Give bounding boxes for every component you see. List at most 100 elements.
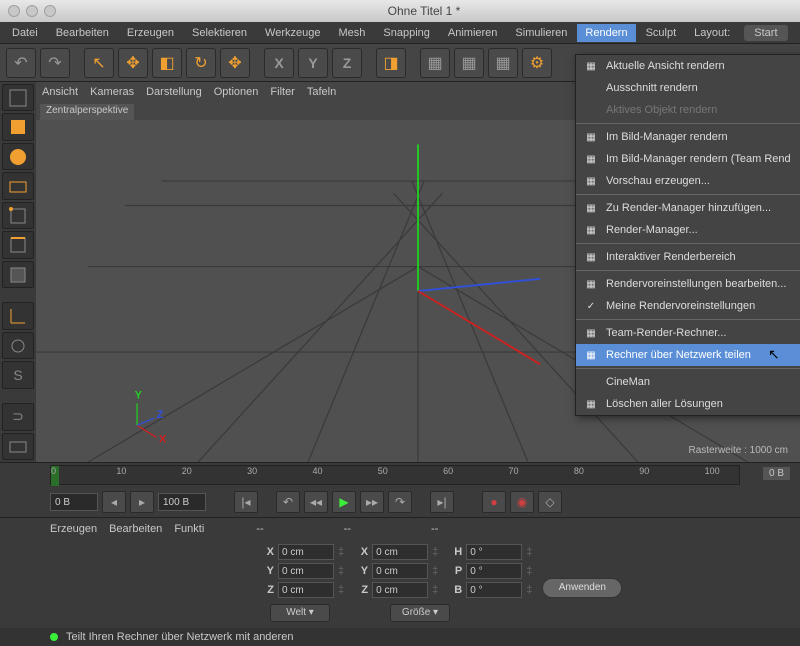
stepper-icon[interactable]: ‡ [526,565,532,577]
coord-pos-y[interactable] [278,563,334,579]
menu-rendern[interactable]: Rendern [577,24,635,42]
x-axis-button[interactable]: X [264,48,294,78]
vp-menu-filter[interactable]: Filter [270,86,294,98]
coord-rot-x[interactable] [466,544,522,560]
render-menu-item[interactable]: ▦Interaktiver Renderbereich [576,246,800,268]
tl-goto-start-button[interactable]: |◂ [234,491,258,513]
tl-next-key-button[interactable]: ↷ [388,491,412,513]
vp-menu-kameras[interactable]: Kameras [90,86,134,98]
workplane-button[interactable] [2,172,34,199]
coord-rot-y[interactable] [466,563,522,579]
scale-tool-button[interactable]: ◧ [152,48,182,78]
render-menu-item[interactable]: CineMan [576,371,800,393]
magnet-button[interactable]: ⊃ [2,403,34,430]
coord-size-z[interactable] [372,582,428,598]
make-editable-button[interactable] [2,84,34,111]
menu-sculpt[interactable]: Sculpt [638,24,685,42]
menu-selektieren[interactable]: Selektieren [184,24,255,42]
menu-bearbeiten[interactable]: Bearbeiten [48,24,117,42]
tl-prev-frame-button[interactable]: ◂◂ [304,491,328,513]
window-close-icon[interactable] [8,5,20,17]
coord-tab-erzeugen[interactable]: Erzeugen [50,523,97,535]
undo-button[interactable]: ↶ [6,48,36,78]
tl-prev-key-button[interactable]: ↶ [276,491,300,513]
coord-select-0[interactable]: Welt ▾ [270,604,330,622]
vp-menu-ansicht[interactable]: Ansicht [42,86,78,98]
timeline-start-field[interactable] [50,493,98,511]
render-menu-item[interactable]: ▦Render-Manager... [576,219,800,241]
coord-size-y[interactable] [372,563,428,579]
menu-werkzeuge[interactable]: Werkzeuge [257,24,328,42]
stepper-icon[interactable]: ‡ [432,584,438,596]
coord-rot-z[interactable] [466,582,522,598]
point-mode-button[interactable] [2,202,34,229]
apply-button[interactable]: Anwenden [542,578,622,598]
render-menu-item[interactable]: ▦Im Bild-Manager rendern [576,126,800,148]
last-tool-button[interactable]: ✥ [220,48,250,78]
stepper-icon[interactable]: ‡ [526,584,532,596]
tl-next-range-button[interactable]: ▸ [130,491,154,513]
coord-pos-x[interactable] [278,544,334,560]
tl-keyframe-button[interactable]: ◇ [538,491,562,513]
snap-button[interactable]: S [2,361,34,388]
coord-system-button[interactable]: ◨ [376,48,406,78]
render-settings2-button[interactable]: ⚙ [522,48,552,78]
render-menu-item[interactable]: ▦Rendervoreinstellungen bearbeiten... [576,273,800,295]
z-axis-button[interactable]: Z [332,48,362,78]
tl-goto-end-button[interactable]: ▸| [430,491,454,513]
tl-next-frame-button[interactable]: ▸▸ [360,491,384,513]
menu-mesh[interactable]: Mesh [330,24,373,42]
window-minimize-icon[interactable] [26,5,38,17]
render-settings-button[interactable]: ▦ [488,48,518,78]
stepper-icon[interactable]: ‡ [432,546,438,558]
model-mode-button[interactable] [2,113,34,140]
stepper-icon[interactable]: ‡ [526,546,532,558]
render-menu-item[interactable]: ▦Löschen aller Lösungen [576,393,800,415]
render-menu-item[interactable]: ▦Vorschau erzeugen... [576,170,800,192]
coord-tab-bearbeiten[interactable]: Bearbeiten [109,523,162,535]
redo-button[interactable]: ↷ [40,48,70,78]
viewport-solo-button[interactable] [2,332,34,359]
vp-menu-optionen[interactable]: Optionen [214,86,259,98]
stepper-icon[interactable]: ‡ [338,565,344,577]
rotate-tool-button[interactable]: ↻ [186,48,216,78]
polygon-mode-button[interactable] [2,261,34,288]
tl-record-button[interactable]: ● [482,491,506,513]
select-tool-button[interactable]: ↖ [84,48,114,78]
texture-mode-button[interactable] [2,143,34,170]
window-maximize-icon[interactable] [44,5,56,17]
stepper-icon[interactable]: ‡ [432,565,438,577]
edge-mode-button[interactable] [2,231,34,258]
menu-animieren[interactable]: Animieren [440,24,506,42]
stepper-icon[interactable]: ‡ [338,584,344,596]
y-axis-button[interactable]: Y [298,48,328,78]
render-menu-item[interactable]: ✓Meine Rendervoreinstellungen [576,295,800,317]
render-menu-item[interactable]: ▦Rechner über Netzwerk teilen [576,344,800,366]
coord-tab-funkti[interactable]: Funkti [174,523,204,535]
vp-menu-darstellung[interactable]: Darstellung [146,86,202,98]
tl-autokey-button[interactable]: ◉ [510,491,534,513]
menu-erzeugen[interactable]: Erzeugen [119,24,182,42]
render-menu-item[interactable]: ▦Zu Render-Manager hinzufügen... [576,197,800,219]
coord-size-x[interactable] [372,544,428,560]
stepper-icon[interactable]: ‡ [338,546,344,558]
menu-snapping[interactable]: Snapping [375,24,438,42]
layout-start-button[interactable]: Start [744,25,787,41]
grid-lock-button[interactable] [2,433,34,460]
timeline-ruler[interactable]: 0102030405060708090100 [50,465,740,485]
tl-play-button[interactable]: ▶ [332,491,356,513]
vp-menu-tafeln[interactable]: Tafeln [307,86,336,98]
render-menu-item[interactable]: ▦Aktuelle Ansicht rendern [576,55,800,77]
render-menu-item[interactable]: ▦Im Bild-Manager rendern (Team Rend [576,148,800,170]
axis-button[interactable] [2,302,34,329]
menu-simulieren[interactable]: Simulieren [507,24,575,42]
tl-prev-range-button[interactable]: ◂ [102,491,126,513]
render-pv-button[interactable]: ▦ [454,48,484,78]
coord-pos-z[interactable] [278,582,334,598]
menu-datei[interactable]: Datei [4,24,46,42]
menu-layout:[interactable]: Layout: [686,24,738,42]
move-tool-button[interactable]: ✥ [118,48,148,78]
render-menu-item[interactable]: Ausschnitt rendern [576,77,800,99]
render-menu-item[interactable]: ▦Team-Render-Rechner... [576,322,800,344]
timeline-end-field[interactable] [158,493,206,511]
